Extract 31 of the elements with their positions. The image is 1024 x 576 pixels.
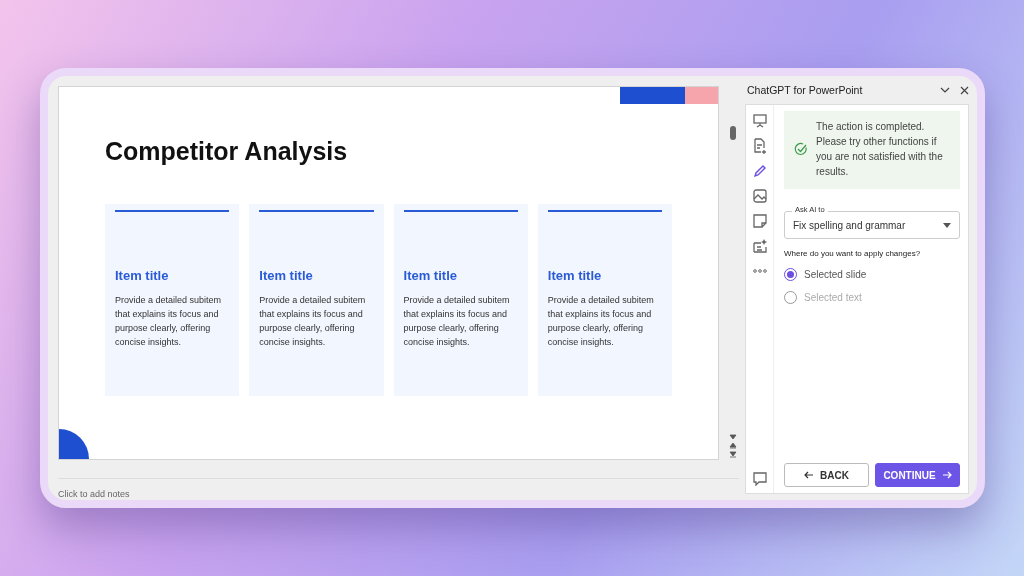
item-description: Provide a detailed subitem that explains its focus and purpose clearly, offering concise insights. <box>115 294 223 349</box>
notes-field[interactable]: Click to add notes <box>58 489 178 499</box>
page-arrows-icon[interactable] <box>729 434 738 460</box>
question-label: Where do you want to apply changes? <box>784 249 922 258</box>
arrow-left-icon <box>804 470 815 480</box>
item-description: Provide a detailed subitem that explains its focus and purpose clearly, offering concise insights. <box>547 294 655 349</box>
item-title: Item title <box>115 268 170 283</box>
radio-option[interactable]: Selected slide <box>784 268 960 281</box>
item-title: Item title <box>547 268 603 283</box>
image-icon[interactable] <box>751 188 768 204</box>
toast-message: The action is completed. Please try other functions if you are not satisfied with the results. <box>816 120 944 179</box>
back-button[interactable]: BACK <box>784 463 869 487</box>
check-circle-icon <box>794 142 808 156</box>
dropdown-caret-icon[interactable] <box>943 222 951 228</box>
continue-button[interactable]: CONTINUE <box>875 463 960 487</box>
arrow-right-icon <box>941 470 952 480</box>
item-title: Item title <box>403 268 458 283</box>
slide-title: Competitor Analysis <box>105 137 349 166</box>
comment-icon[interactable] <box>751 471 768 487</box>
pencil-icon[interactable] <box>751 163 768 179</box>
document-plus-icon[interactable] <box>751 138 768 154</box>
item-description: Provide a detailed subitem that explains its focus and purpose clearly, offering concise insights. <box>403 294 511 349</box>
close-icon[interactable] <box>960 85 969 95</box>
presentation-icon[interactable] <box>751 113 768 129</box>
item-description: Provide a detailed subitem that explains its focus and purpose clearly, offering concise insights. <box>259 294 367 349</box>
scrollbar-thumb[interactable] <box>730 126 737 140</box>
chevron-down-icon[interactable] <box>940 85 950 95</box>
edit-sparkle-icon[interactable] <box>751 238 768 254</box>
sticky-note-icon[interactable] <box>751 213 768 229</box>
panel-title: ChatGPT for PowerPoint <box>747 84 864 96</box>
item-title: Item title <box>259 268 314 283</box>
